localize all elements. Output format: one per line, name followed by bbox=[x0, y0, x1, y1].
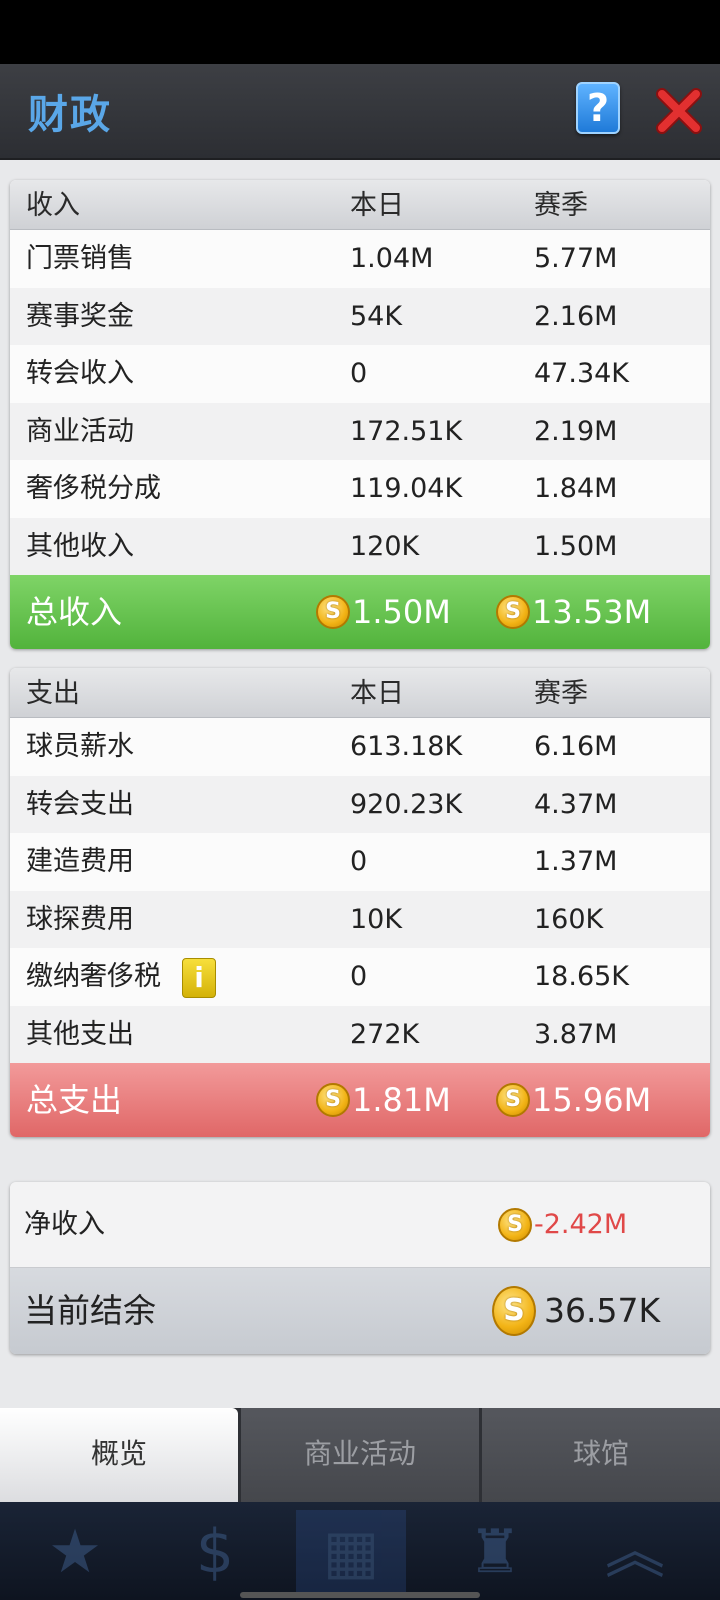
expense-row-today: 0 bbox=[350, 961, 368, 992]
income-row-label: 转会收入 bbox=[26, 358, 134, 389]
income-row-today: 172.51K bbox=[350, 415, 463, 447]
expense-header-label: 支出 bbox=[26, 678, 80, 709]
expense-row: 建造费用 0 1.37M bbox=[10, 833, 710, 891]
close-button[interactable] bbox=[656, 86, 702, 136]
expense-total-row: 总支出 S 1.81M S 15.96M bbox=[10, 1063, 710, 1137]
nav-trophy-icon: ♜ bbox=[468, 1517, 522, 1587]
expense-header-today: 本日 bbox=[350, 678, 404, 709]
expense-row-today: 272K bbox=[350, 1018, 420, 1050]
expense-row: 球员薪水 613.18K 6.16M bbox=[10, 718, 710, 776]
net-summary-card: 净收入 S -2.42M 当前结余 S 36.57K bbox=[10, 1182, 710, 1354]
info-icon[interactable]: i bbox=[182, 958, 216, 998]
income-row-season: 47.34K bbox=[534, 358, 630, 389]
bottom-nav: ★ $ ▦ ♜ ︽ bbox=[0, 1502, 720, 1600]
nav-up-icon: ︽ bbox=[605, 1517, 665, 1587]
expense-row-today: 0 bbox=[350, 846, 368, 877]
expense-row-today: 10K bbox=[350, 903, 403, 935]
expense-row-season: 6.16M bbox=[534, 731, 618, 762]
expense-row-label: 球探费用 bbox=[26, 903, 134, 935]
coin-icon: S bbox=[496, 595, 530, 629]
income-row: 奢侈税分成 119.04K 1.84M bbox=[10, 460, 710, 518]
income-header-today: 本日 bbox=[350, 190, 404, 221]
income-row-season: 2.16M bbox=[534, 300, 618, 332]
income-row: 门票销售 1.04M 5.77M bbox=[10, 230, 710, 288]
income-row-today: 119.04K bbox=[350, 473, 463, 504]
title-bar: 财政 ? bbox=[0, 64, 720, 160]
income-card: 收入 本日 赛季 门票销售 1.04M 5.77M 赛事奖金 54K 2.16M… bbox=[10, 180, 710, 649]
income-row: 商业活动 172.51K 2.19M bbox=[10, 402, 710, 460]
expense-row: 转会支出 920.23K 4.37M bbox=[10, 775, 710, 833]
income-row-season: 5.77M bbox=[534, 243, 618, 274]
income-row: 转会收入 0 47.34K bbox=[10, 345, 710, 403]
coin-icon: S bbox=[316, 595, 350, 629]
expense-card: 支出 本日 赛季 球员薪水 613.18K 6.16M 转会支出 920.23K… bbox=[10, 668, 710, 1137]
expense-row-label: 球员薪水 bbox=[26, 731, 134, 762]
income-row-today: 0 bbox=[350, 358, 368, 389]
income-row-season: 1.50M bbox=[534, 530, 618, 562]
expense-row-label: 其他支出 bbox=[26, 1018, 134, 1050]
close-icon bbox=[656, 88, 702, 134]
income-row-label: 商业活动 bbox=[26, 415, 134, 447]
expense-row-season: 4.37M bbox=[534, 788, 618, 820]
expense-row-label: 转会支出 bbox=[26, 788, 134, 820]
income-header-row: 收入 本日 赛季 bbox=[10, 180, 710, 230]
income-header-label: 收入 bbox=[26, 190, 80, 221]
balance-label: 当前结余 bbox=[24, 1291, 156, 1330]
net-income-value: -2.42M bbox=[534, 1209, 628, 1240]
income-row: 赛事奖金 54K 2.16M bbox=[10, 287, 710, 345]
coin-icon: S bbox=[496, 1083, 530, 1117]
income-row-label: 奢侈税分成 bbox=[26, 473, 161, 504]
income-row-season: 1.84M bbox=[534, 473, 618, 504]
coin-icon: S bbox=[492, 1286, 536, 1336]
nav-arena-icon: ▦ bbox=[296, 1510, 406, 1594]
income-row-today: 54K bbox=[350, 300, 403, 332]
status-bar bbox=[0, 0, 720, 64]
tab-overview[interactable]: 概览 bbox=[0, 1408, 238, 1502]
expense-row-label: 建造费用 bbox=[26, 846, 134, 877]
balance-value: 36.57K bbox=[544, 1291, 661, 1330]
coin-icon: S bbox=[498, 1208, 532, 1242]
income-row-label: 门票销售 bbox=[26, 243, 134, 274]
expense-total-label: 总支出 bbox=[26, 1081, 123, 1119]
tab-commercial[interactable]: 商业活动 bbox=[241, 1408, 479, 1502]
income-row-label: 赛事奖金 bbox=[26, 300, 134, 332]
coin-icon: S bbox=[316, 1083, 350, 1117]
income-row: 其他收入 120K 1.50M bbox=[10, 517, 710, 575]
page-title: 财政 bbox=[28, 92, 112, 138]
home-indicator bbox=[240, 1592, 480, 1598]
expense-total-season: 15.96M bbox=[532, 1081, 652, 1119]
expense-header-season: 赛季 bbox=[534, 678, 588, 709]
expense-row: 球探费用 10K 160K bbox=[10, 890, 710, 948]
help-button[interactable]: ? bbox=[576, 82, 620, 134]
expense-row-season: 1.37M bbox=[534, 846, 618, 877]
expense-row: 缴纳奢侈税 i 0 18.65K bbox=[10, 948, 710, 1006]
expense-row-today: 613.18K bbox=[350, 731, 463, 762]
expense-row: 其他支出 272K 3.87M bbox=[10, 1005, 710, 1063]
income-row-season: 2.19M bbox=[534, 415, 618, 447]
income-row-today: 1.04M bbox=[350, 243, 434, 274]
expense-row-season: 3.87M bbox=[534, 1018, 618, 1050]
expense-row-season: 18.65K bbox=[534, 961, 630, 992]
income-header-season: 赛季 bbox=[534, 190, 588, 221]
nav-finance-icon: $ bbox=[195, 1517, 235, 1587]
expense-row-season: 160K bbox=[534, 903, 604, 935]
net-income-row: 净收入 S -2.42M bbox=[10, 1182, 710, 1268]
net-income-label: 净收入 bbox=[24, 1209, 105, 1240]
income-total-label: 总收入 bbox=[26, 593, 123, 631]
income-total-row: 总收入 S 1.50M S 13.53M bbox=[10, 575, 710, 649]
expense-total-today: 1.81M bbox=[352, 1081, 451, 1119]
income-total-today: 1.50M bbox=[352, 593, 451, 631]
income-total-season: 13.53M bbox=[532, 593, 652, 631]
income-row-label: 其他收入 bbox=[26, 530, 134, 562]
tab-arena[interactable]: 球馆 bbox=[482, 1408, 720, 1502]
expense-row-label: 缴纳奢侈税 bbox=[26, 961, 161, 992]
tab-bar: 概览 商业活动 球馆 bbox=[0, 1408, 720, 1502]
balance-row: 当前结余 S 36.57K bbox=[10, 1268, 710, 1354]
expense-row-today: 920.23K bbox=[350, 788, 463, 820]
nav-team-icon: ★ bbox=[48, 1517, 102, 1587]
expense-header-row: 支出 本日 赛季 bbox=[10, 668, 710, 718]
income-row-today: 120K bbox=[350, 530, 420, 562]
